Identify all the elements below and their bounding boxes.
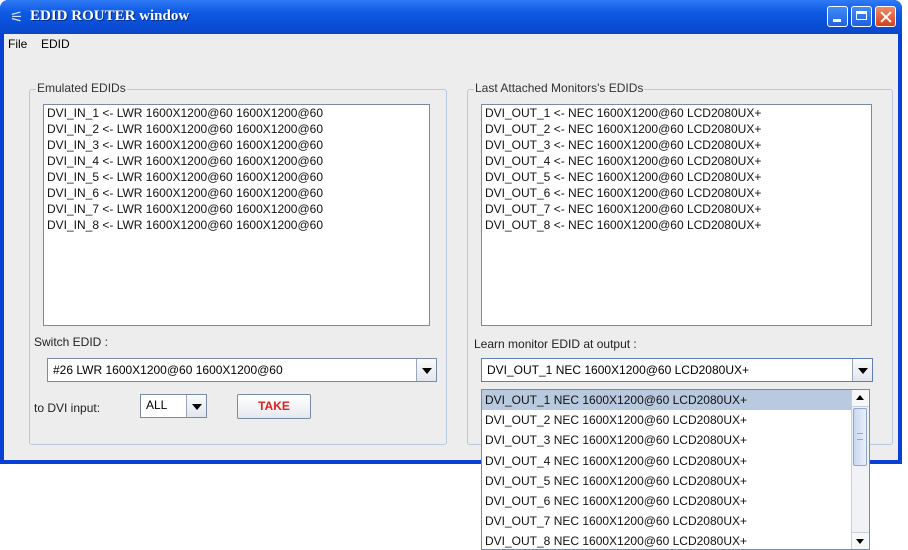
list-item[interactable]: DVI_IN_6 <- LWR 1600X1200@60 1600X1200@6…	[44, 185, 429, 201]
chevron-down-icon[interactable]	[416, 359, 436, 381]
list-item[interactable]: DVI_OUT_5 <- NEC 1600X1200@60 LCD2080UX+	[482, 169, 871, 185]
close-button[interactable]	[875, 6, 896, 27]
learn-monitor-label: Learn monitor EDID at output :	[474, 337, 637, 351]
scroll-down-icon[interactable]	[852, 532, 869, 549]
take-button[interactable]: TAKE	[237, 394, 311, 419]
dropdown-scrollbar[interactable]	[851, 390, 869, 549]
list-item[interactable]: DVI_IN_3 <- LWR 1600X1200@60 1600X1200@6…	[44, 137, 429, 153]
switch-edid-select[interactable]: #26 LWR 1600X1200@60 1600X1200@60	[47, 358, 437, 382]
dropdown-option[interactable]: DVI_OUT_5 NEC 1600X1200@60 LCD2080UX+	[482, 471, 851, 491]
maximize-button[interactable]	[851, 6, 872, 27]
list-item[interactable]: DVI_OUT_2 <- NEC 1600X1200@60 LCD2080UX+	[482, 121, 871, 137]
minimize-button[interactable]	[827, 6, 848, 27]
list-item[interactable]: DVI_IN_2 <- LWR 1600X1200@60 1600X1200@6…	[44, 121, 429, 137]
menu-file[interactable]: File	[8, 37, 27, 51]
menu-bar: File EDID	[4, 34, 898, 54]
scroll-up-icon[interactable]	[852, 390, 869, 407]
to-dvi-input-label: to DVI input:	[34, 401, 101, 415]
dropdown-option[interactable]: DVI_OUT_4 NEC 1600X1200@60 LCD2080UX+	[482, 451, 851, 471]
list-item[interactable]: DVI_OUT_3 <- NEC 1600X1200@60 LCD2080UX+	[482, 137, 871, 153]
list-item[interactable]: DVI_IN_8 <- LWR 1600X1200@60 1600X1200@6…	[44, 217, 429, 233]
attached-monitors-legend: Last Attached Monitors's EDIDs	[474, 81, 645, 95]
dropdown-option[interactable]: DVI_OUT_3 NEC 1600X1200@60 LCD2080UX+	[482, 430, 851, 450]
learn-monitor-dropdown-list[interactable]: DVI_OUT_1 NEC 1600X1200@60 LCD2080UX+ DVI…	[481, 389, 870, 550]
scrollbar-thumb[interactable]	[853, 408, 867, 466]
dropdown-option[interactable]: DVI_OUT_7 NEC 1600X1200@60 LCD2080UX+	[482, 511, 851, 531]
switch-edid-label: Switch EDID :	[34, 335, 109, 349]
dropdown-option[interactable]: DVI_OUT_1 NEC 1600X1200@60 LCD2080UX+	[482, 390, 851, 411]
list-item[interactable]: DVI_IN_5 <- LWR 1600X1200@60 1600X1200@6…	[44, 169, 429, 185]
list-item[interactable]: DVI_OUT_7 <- NEC 1600X1200@60 LCD2080UX+	[482, 201, 871, 217]
dropdown-option[interactable]: DVI_OUT_6 NEC 1600X1200@60 LCD2080UX+	[482, 491, 851, 511]
list-item[interactable]: DVI_IN_1 <- LWR 1600X1200@60 1600X1200@6…	[44, 105, 429, 121]
dropdown-option[interactable]: DVI_OUT_2 NEC 1600X1200@60 LCD2080UX+	[482, 410, 851, 430]
emulated-edids-list[interactable]: DVI_IN_1 <- LWR 1600X1200@60 1600X1200@6…	[43, 104, 430, 326]
learn-monitor-value: DVI_OUT_1 NEC 1600X1200@60 LCD2080UX+	[487, 363, 749, 377]
learn-monitor-select[interactable]: DVI_OUT_1 NEC 1600X1200@60 LCD2080UX+	[481, 358, 873, 382]
to-dvi-input-value: ALL	[146, 398, 168, 412]
title-bar[interactable]: ⚟ EDID ROUTER window	[0, 0, 902, 34]
list-item[interactable]: DVI_OUT_4 <- NEC 1600X1200@60 LCD2080UX+	[482, 153, 871, 169]
switch-edid-value: #26 LWR 1600X1200@60 1600X1200@60	[53, 363, 283, 377]
to-dvi-input-select[interactable]: ALL	[140, 394, 207, 418]
list-item[interactable]: DVI_OUT_8 <- NEC 1600X1200@60 LCD2080UX+	[482, 217, 871, 233]
window-title: EDID ROUTER window	[30, 8, 190, 24]
emulated-edids-legend: Emulated EDIDs	[36, 81, 127, 95]
list-item[interactable]: DVI_IN_7 <- LWR 1600X1200@60 1600X1200@6…	[44, 201, 429, 217]
attached-monitors-list[interactable]: DVI_OUT_1 <- NEC 1600X1200@60 LCD2080UX+…	[481, 104, 872, 326]
router-icon: ⚟	[10, 8, 24, 26]
dropdown-option[interactable]: DVI_OUT_8 NEC 1600X1200@60 LCD2080UX+	[482, 531, 851, 549]
menu-edid[interactable]: EDID	[41, 37, 70, 51]
list-item[interactable]: DVI_OUT_1 <- NEC 1600X1200@60 LCD2080UX+	[482, 105, 871, 121]
chevron-down-icon[interactable]	[186, 395, 206, 417]
list-item[interactable]: DVI_IN_4 <- LWR 1600X1200@60 1600X1200@6…	[44, 153, 429, 169]
list-item[interactable]: DVI_OUT_6 <- NEC 1600X1200@60 LCD2080UX+	[482, 185, 871, 201]
chevron-down-icon[interactable]	[852, 359, 872, 381]
